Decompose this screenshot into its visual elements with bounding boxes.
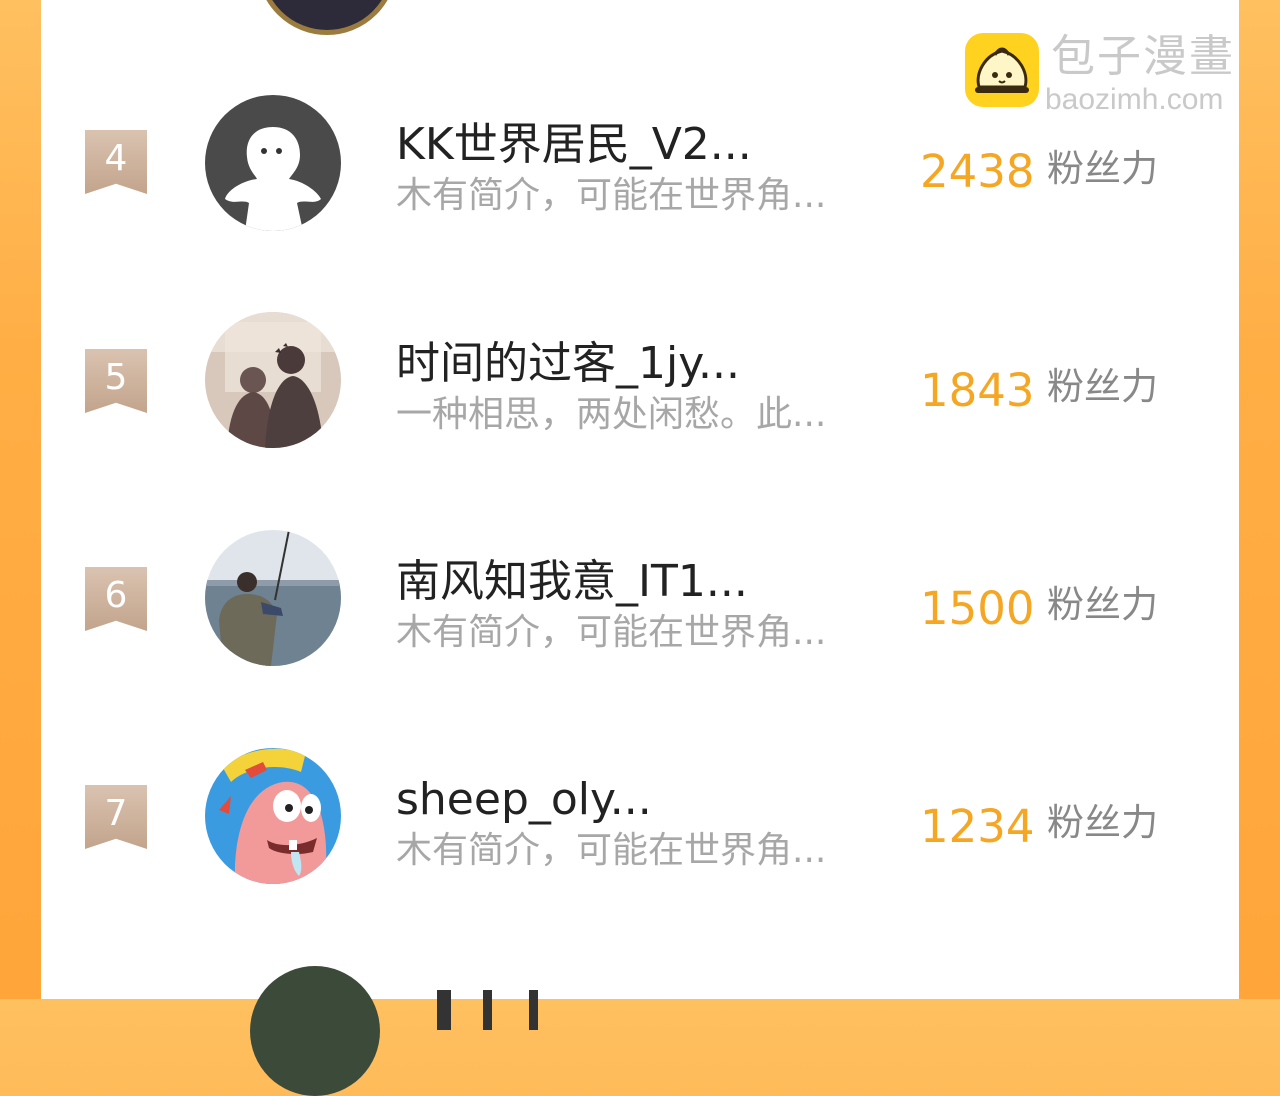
fans-count: 1843 <box>920 364 1035 417</box>
fans-count: 1234 <box>920 800 1035 853</box>
user-bio: 木有简介，可能在世界角... <box>396 612 827 653</box>
fans-count: 2438 <box>920 145 1035 198</box>
fans-label: 粉丝力 <box>1047 147 1158 190</box>
user-bio: 木有简介，可能在世界角... <box>396 175 827 216</box>
rank-number: 7 <box>104 793 128 834</box>
rank-badge: 5 <box>85 349 147 413</box>
site-watermark: 包子漫畫 baozimh.com <box>965 33 1265 118</box>
ranking-panel: 4 KK世界居民_V2... 木有简介，可能在世界角... 2438 粉丝力 5 <box>41 0 1239 1096</box>
user-name[interactable]: 时间的过客_1jy... <box>396 342 740 386</box>
fans-count: 1500 <box>920 582 1035 635</box>
user-name[interactable]: KK世界居民_V2... <box>396 123 752 167</box>
ranking-row[interactable]: 7 sheep_oly... 木有简介，可能在世界角... 1234 粉丝力 <box>41 744 1239 904</box>
fisherman-sea-avatar[interactable] <box>205 530 341 666</box>
fans-label: 粉丝力 <box>1047 801 1158 844</box>
user-name-rank-8-partial <box>437 990 667 1030</box>
fans-label: 粉丝力 <box>1047 365 1158 408</box>
rank-badge: 7 <box>85 785 147 849</box>
couple-photo-avatar[interactable] <box>205 312 341 448</box>
ranking-row[interactable]: 5 时间的过客_1jy... 一种相思，两处闲愁。此... 1843 粉丝力 <box>41 308 1239 468</box>
default-ghost-avatar-icon[interactable] <box>205 95 341 231</box>
avatar-rank-8-partial[interactable] <box>250 966 380 1096</box>
patrick-cartoon-avatar[interactable] <box>205 748 341 884</box>
fans-label: 粉丝力 <box>1047 583 1158 626</box>
rank-badge: 6 <box>85 567 147 631</box>
rank-number: 6 <box>104 575 128 616</box>
baozi-bun-icon <box>965 33 1039 107</box>
user-name[interactable]: 南风知我意_IT1... <box>396 560 748 604</box>
watermark-url: baozimh.com <box>1045 83 1224 116</box>
rank-badge: 4 <box>85 130 147 194</box>
user-name[interactable]: sheep_oly... <box>396 778 652 822</box>
user-bio: 木有简介，可能在世界角... <box>396 830 827 871</box>
user-bio: 一种相思，两处闲愁。此... <box>396 394 827 435</box>
watermark-title: 包子漫畫 <box>1051 31 1235 82</box>
rank-number: 5 <box>104 357 128 398</box>
rank-number: 4 <box>104 138 128 179</box>
avatar-rank-3-partial[interactable] <box>257 0 397 35</box>
ranking-row[interactable]: 6 南风知我意_IT1... 木有简介，可能在世界角... 1500 粉丝力 <box>41 526 1239 686</box>
